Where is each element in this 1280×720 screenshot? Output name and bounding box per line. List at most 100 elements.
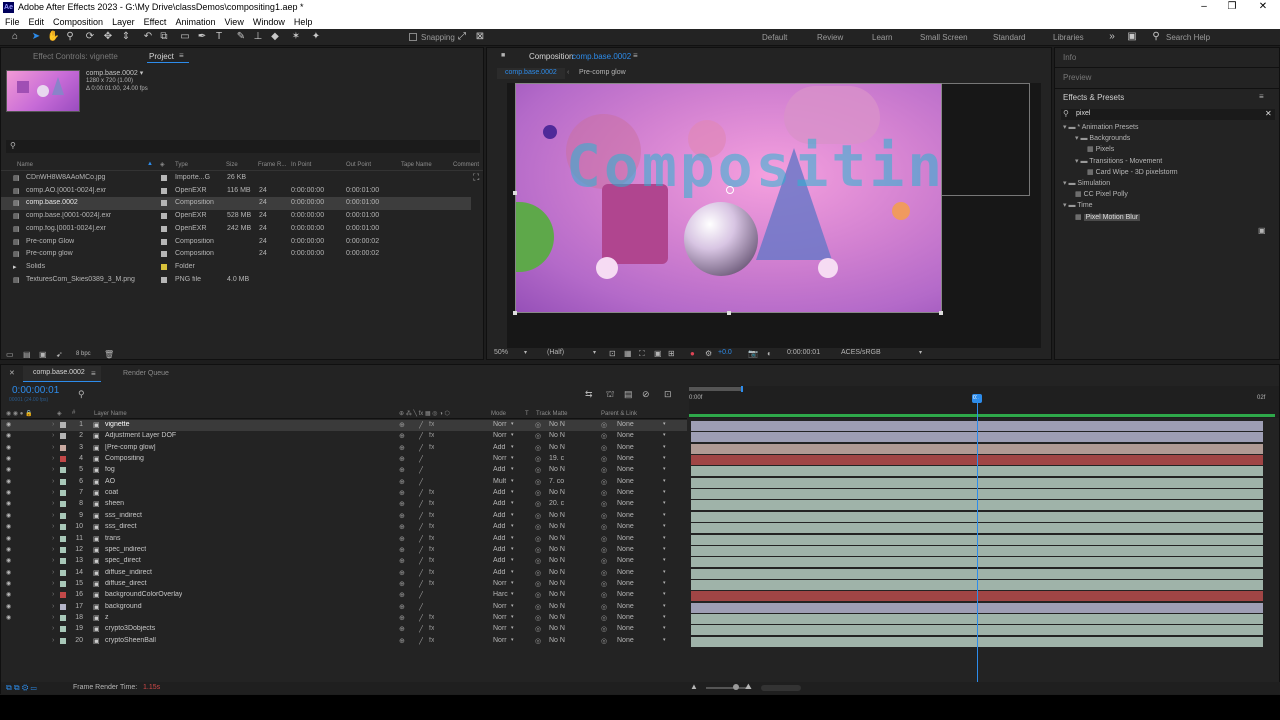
shy-switch-icon[interactable]: ⊕: [399, 489, 405, 497]
expand-chevron-icon[interactable]: ›: [52, 580, 54, 587]
chevron-down-icon[interactable]: ▾: [663, 444, 666, 450]
layer-mode-dropdown[interactable]: Norr: [493, 432, 507, 439]
layer-name[interactable]: background: [105, 603, 142, 610]
col-name[interactable]: Name: [17, 162, 33, 168]
label-color-swatch[interactable]: [161, 263, 167, 270]
layer-row[interactable]: ◉ › 15 ▣ diffuse_direct ⊕ ╱ fx Norr ▾ ◎ No N ◎ None ▾: [1, 579, 687, 590]
expand-chevron-icon[interactable]: ›: [52, 557, 54, 564]
visibility-eye-icon[interactable]: ◉: [6, 466, 11, 473]
preview-section[interactable]: Preview: [1063, 73, 1091, 82]
layer-row[interactable]: ◉ › 18 ▣ z ⊕ ╱ fx Norr ▾ ◎ No N ◎ None ▾: [1, 613, 687, 624]
shy-switch-icon[interactable]: ⊕: [399, 546, 405, 554]
shy-switch-icon[interactable]: ⊕: [399, 614, 405, 622]
rotate-tool-icon[interactable]: ↶: [142, 31, 154, 43]
shy-switch-icon[interactable]: ⊕: [399, 523, 405, 531]
layer-parent-dropdown[interactable]: None: [617, 580, 634, 587]
playhead-line[interactable]: [977, 395, 978, 683]
visibility-eye-icon[interactable]: ◉: [6, 535, 11, 542]
layer-parent-dropdown[interactable]: None: [617, 489, 634, 496]
timeline-search-field[interactable]: [91, 388, 571, 400]
quality-switch-icon[interactable]: ╱: [419, 535, 423, 543]
quality-switch-icon[interactable]: ╱: [419, 591, 423, 599]
layer-name[interactable]: diffuse_indirect: [105, 569, 152, 576]
layer-mode-dropdown[interactable]: Norr: [493, 625, 507, 632]
layer-track-matte-dropdown[interactable]: No N: [549, 637, 565, 644]
layer-parent-dropdown[interactable]: None: [617, 591, 634, 598]
quality-switch-icon[interactable]: ╱: [419, 557, 423, 565]
layer-label-swatch[interactable]: [60, 444, 66, 451]
label-col-icon[interactable]: ◈: [160, 161, 165, 168]
dolly-tool-icon[interactable]: ⇕: [120, 31, 132, 43]
track-matte-link-icon[interactable]: ◎: [535, 512, 541, 520]
color-space-dropdown[interactable]: ACES/sRGB: [841, 349, 881, 356]
chevron-down-icon[interactable]: ▾: [511, 603, 514, 609]
chevron-down-icon[interactable]: ▾: [511, 455, 514, 461]
track-matte-link-icon[interactable]: ◎: [535, 580, 541, 588]
expand-chevron-icon[interactable]: ›: [52, 478, 54, 485]
interpret-footage-icon[interactable]: ▭: [6, 350, 14, 359]
expand-chevron-icon[interactable]: ›: [52, 625, 54, 632]
layer-name[interactable]: Adjustment Layer DOF: [105, 432, 176, 439]
eraser-tool-icon[interactable]: ◆: [269, 31, 281, 43]
chevron-down-icon[interactable]: ▾: [511, 444, 514, 450]
track-matte-link-icon[interactable]: ◎: [535, 421, 541, 429]
track-matte-link-icon[interactable]: ◎: [535, 625, 541, 633]
parent-pickwhip-icon[interactable]: ◎: [601, 557, 607, 565]
layer-name[interactable]: [Pre-comp glow]: [105, 444, 156, 451]
layer-track-matte-dropdown[interactable]: No N: [549, 489, 565, 496]
layer-label-swatch[interactable]: [60, 626, 66, 633]
layer-mode-dropdown[interactable]: Add: [493, 523, 505, 530]
visibility-eye-icon[interactable]: ◉: [6, 444, 11, 451]
col-in-point[interactable]: In Point: [291, 162, 311, 168]
time-ruler[interactable]: 0:00f 02f 01: [689, 386, 1279, 418]
chevron-down-icon[interactable]: ▾: [663, 523, 666, 529]
chevron-down-icon[interactable]: ▾: [663, 466, 666, 472]
chevron-down-icon[interactable]: ▾: [663, 478, 666, 484]
fx-switch-icon[interactable]: fx: [429, 557, 434, 564]
col-tape-name[interactable]: Tape Name: [401, 162, 432, 168]
parent-pickwhip-icon[interactable]: ◎: [601, 591, 607, 599]
layer-mode-dropdown[interactable]: Norr: [493, 614, 507, 621]
label-col-icon[interactable]: ◈: [57, 410, 62, 417]
chevron-down-icon[interactable]: ▾: [663, 535, 666, 541]
more-workspaces-icon[interactable]: »: [1106, 31, 1118, 43]
project-item-row[interactable]: ▤ comp.base.[0001-0024].exr OpenEXR 528 MB 2…: [1, 210, 471, 223]
chevron-down-icon[interactable]: ▾: [511, 580, 514, 586]
layer-mode-dropdown[interactable]: Add: [493, 466, 505, 473]
pen-tool-icon[interactable]: ✒: [196, 31, 208, 43]
workspace-default[interactable]: Default: [762, 33, 787, 42]
layer-row[interactable]: ◉ › 16 ▣ backgroundColorOverlay ⊕ ╱ Harc ▾ ◎ No N ◎…: [1, 590, 687, 601]
quality-switch-icon[interactable]: ╱: [419, 444, 423, 452]
layer-track-matte-dropdown[interactable]: No N: [549, 421, 565, 428]
orbit-tool-icon[interactable]: ⟳: [84, 31, 96, 43]
layer-name[interactable]: crypto3Dobjects: [105, 625, 155, 632]
track-matte-link-icon[interactable]: ◎: [535, 603, 541, 611]
parent-pickwhip-icon[interactable]: ◎: [601, 444, 607, 452]
visibility-eye-icon[interactable]: ◉: [6, 546, 11, 553]
quality-switch-icon[interactable]: ╱: [419, 580, 423, 588]
parent-pickwhip-icon[interactable]: ◎: [601, 637, 607, 645]
track-matte-link-icon[interactable]: ◎: [535, 535, 541, 543]
layer-name[interactable]: spec_indirect: [105, 546, 146, 553]
brush-tool-icon[interactable]: ✎: [235, 31, 247, 43]
resolution-dropdown[interactable]: (Half): [547, 349, 564, 356]
effects-tree-item[interactable]: ▦ Pixel Motion Blur: [1075, 213, 1141, 221]
menu-view[interactable]: View: [224, 17, 243, 27]
clear-search-icon[interactable]: ✕: [1265, 109, 1272, 118]
menu-edit[interactable]: Edit: [29, 17, 45, 27]
close-icon[interactable]: ✕: [1256, 1, 1270, 13]
home-icon[interactable]: ⌂: [9, 31, 21, 43]
visibility-eye-icon[interactable]: ◉: [6, 603, 11, 610]
shy-switch-icon[interactable]: ⊕: [399, 569, 405, 577]
expand-chevron-icon[interactable]: ›: [52, 546, 54, 553]
workspace-review[interactable]: Review: [817, 33, 843, 42]
snap-grid-icon[interactable]: ⊠: [474, 31, 486, 43]
layer-mode-dropdown[interactable]: Add: [493, 535, 505, 542]
chevron-down-icon[interactable]: ▾: [511, 625, 514, 631]
tab-project[interactable]: Project: [149, 52, 174, 61]
chevron-down-icon[interactable]: ▾: [663, 569, 666, 575]
chevron-down-icon[interactable]: ▾: [663, 432, 666, 438]
mask-visibility-icon[interactable]: ⛶: [639, 349, 645, 359]
effects-tree-item[interactable]: ▦ Card Wipe - 3D pixelstorm: [1087, 168, 1178, 176]
label-color-swatch[interactable]: [161, 187, 167, 194]
